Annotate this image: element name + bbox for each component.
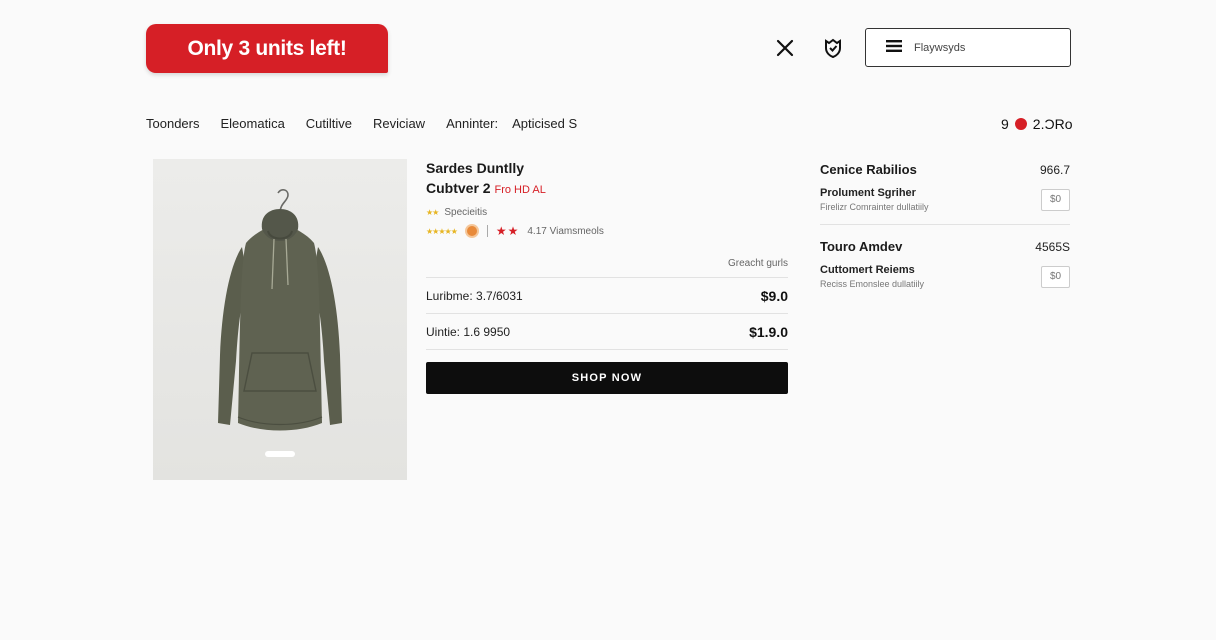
rating-stars-small-icon: ★★★★★ — [426, 226, 458, 236]
side-item-text: Cuttomert Reiems Reciss Emonslee dullati… — [820, 264, 924, 289]
nav-item[interactable]: Eleomatica — [220, 116, 284, 131]
nav-item[interactable]: Reviciaw — [373, 116, 425, 131]
price-row-value: $9.0 — [760, 287, 788, 304]
seller-badge-icon — [464, 224, 479, 238]
red-stars-icon: ★★ — [495, 224, 520, 238]
cart-dot-icon — [1014, 118, 1027, 130]
price-row[interactable]: Uintie: 1.6 9950 $1.9.0 — [426, 314, 788, 350]
side-list-item[interactable]: Cuttomert Reiems Reciss Emonslee dullati… — [820, 264, 1070, 289]
shield-icon[interactable] — [821, 36, 845, 60]
price-row-label: Uintie: 1.6 9950 — [426, 324, 511, 339]
price-row-label: Luribme: 3.7/6031 — [426, 288, 523, 303]
side-section-header: Cenice Rabilios 966.7 — [820, 162, 1070, 177]
divider — [486, 225, 488, 237]
close-icon[interactable] — [773, 36, 797, 60]
side-item-subtitle: Firelizr Comrainter dullatiily — [820, 202, 929, 212]
category-nav: Toonders Eleomatica Cutiltive Reviciaw A… — [146, 116, 598, 131]
menu-label: Flaywsyds — [914, 41, 966, 54]
price-row-value: $1.9.0 — [749, 323, 788, 340]
product-page: Only 3 units left! Flaywsyds Toonders El… — [0, 0, 1216, 640]
product-subtitle: Cubtver 2 Fro HD AL — [426, 179, 788, 199]
hoodie-illustration — [218, 188, 342, 430]
hamburger-menu-icon — [886, 39, 902, 57]
product-tag: Fro HD AL — [494, 184, 546, 196]
side-item-text: Prolument Sgriher Firelizr Comrainter du… — [820, 187, 929, 212]
side-section-header: Touro Amdev 4565S — [820, 239, 1070, 254]
nav-item[interactable]: Anninter: — [446, 116, 498, 131]
side-section-value: 966.7 — [1039, 162, 1070, 177]
header-actions — [773, 36, 845, 60]
product-info: Sardes Duntlly Cubtver 2 Fro HD AL ★★ Sp… — [426, 159, 788, 394]
price-row[interactable]: Luribme: 3.7/6031 $9.0 — [426, 278, 788, 314]
cart-total: 2.ƆRo — [1032, 116, 1073, 132]
shop-now-button[interactable]: SHOP NOW — [426, 362, 788, 394]
cart-summary[interactable]: 9 2.ƆRo — [1001, 116, 1072, 132]
side-list-item[interactable]: Prolument Sgriher Firelizr Comrainter du… — [820, 187, 1070, 212]
stock-alert-banner: Only 3 units left! — [146, 24, 388, 73]
side-panel: Cenice Rabilios 966.7 Prolument Sgriher … — [820, 162, 1070, 289]
product-title: Sardes Duntlly — [426, 160, 525, 176]
side-item-amount[interactable]: $0 — [1041, 188, 1070, 211]
nav-item[interactable]: Apticised S — [512, 116, 577, 131]
side-item-amount[interactable]: $0 — [1041, 265, 1070, 288]
menu-dropdown-button[interactable]: Flaywsyds — [865, 28, 1071, 67]
side-item-title: Cuttomert Reiems — [820, 264, 915, 276]
product-rating: ★★★★★ ★★ 4.17 Viamsmeols — [426, 224, 788, 238]
mini-rating-stars-icon: ★★ — [426, 208, 439, 217]
product-subtitle-text: Cubtver 2 — [426, 180, 491, 196]
divider — [820, 224, 1070, 225]
product-meta-text: Specieitis — [444, 207, 488, 218]
side-item-title: Prolument Sgriher — [820, 187, 916, 199]
carousel-indicator[interactable] — [265, 451, 295, 457]
size-guide-link[interactable]: Greacht gurls — [426, 258, 788, 269]
side-item-subtitle: Reciss Emonslee dullatiily — [820, 279, 925, 289]
side-section-title: Cenice Rabilios — [820, 162, 917, 177]
product-meta: ★★ Specieitis — [426, 207, 788, 218]
rating-text[interactable]: 4.17 Viamsmeols — [527, 226, 604, 237]
nav-item[interactable]: Toonders — [146, 116, 199, 131]
nav-item[interactable]: Cutiltive — [306, 116, 352, 131]
product-image[interactable] — [153, 159, 407, 480]
side-section-value: 4565S — [1035, 239, 1070, 254]
side-section-title: Touro Amdev — [820, 239, 903, 254]
cart-count: 9 — [1001, 116, 1009, 132]
